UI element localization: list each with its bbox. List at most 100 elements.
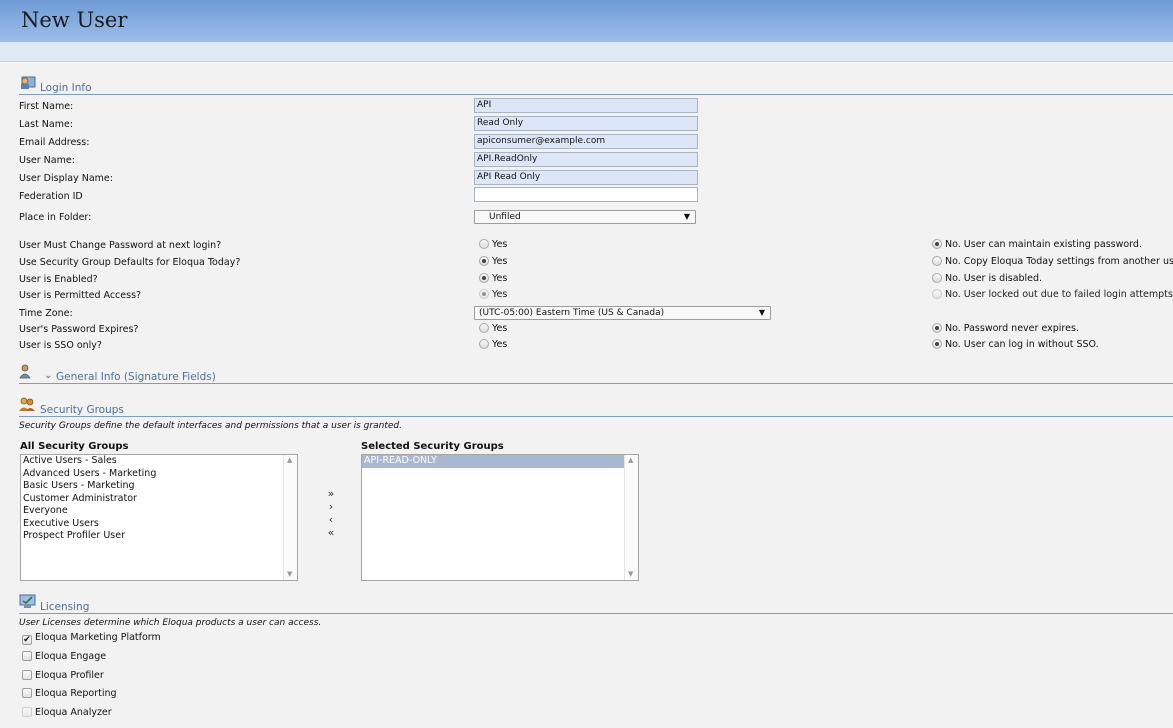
license-eloqua-reporting[interactable]: Eloqua Reporting [22,688,117,699]
checkbox-icon [22,670,32,680]
option-label-user-enabled: User is Enabled? [19,274,98,285]
scroll-down-icon[interactable]: ▼ [287,570,292,578]
eloqua-today-yes-radio[interactable]: Yes [479,256,507,267]
remove-button[interactable]: ‹ [324,513,338,526]
radio-circle [479,239,489,249]
option-label-sso-only: User is SSO only? [19,340,102,351]
radio-circle [932,323,942,333]
selected-security-groups-label: Selected Security Groups [361,441,504,452]
general-info-title: General Info (Signature Fields) [56,371,216,383]
toolbar-strip [0,42,1173,62]
folder-select-value: Unfiled [489,212,521,222]
password-expires-yes-radio[interactable]: Yes [479,323,507,334]
list-item[interactable]: Basic Users - Marketing [21,480,297,493]
sso-only-no-radio[interactable]: No. User can log in without SSO. [932,339,1099,350]
scrollbar[interactable]: ▲ ▼ [283,455,297,580]
licensing-section-header: Licensing [19,594,1173,614]
radio-circle [932,256,942,266]
checkbox-icon [22,651,32,661]
place-in-folder-label: Place in Folder: [19,212,92,223]
radio-circle [479,339,489,349]
radio-circle [932,289,942,299]
radio-circle [479,289,489,299]
list-item[interactable]: Customer Administrator [21,493,297,506]
radio-circle [932,239,942,249]
option-label-password-expires: User's Password Expires? [19,324,139,335]
option-label-change-password: User Must Change Password at next login? [19,240,222,251]
security-groups-title: Security Groups [40,404,124,416]
scroll-up-icon[interactable]: ▲ [628,456,633,464]
list-item[interactable]: Prospect Profiler User [21,530,297,543]
all-security-groups-list[interactable]: Active Users - Sales Advanced Users - Ma… [20,454,298,581]
add-all-button[interactable]: » [324,487,338,500]
license-eloqua-engage[interactable]: Eloqua Engage [22,651,106,662]
list-item[interactable]: Active Users - Sales [21,455,297,468]
list-item[interactable]: Executive Users [21,518,297,531]
login-info-title: Login Info [40,82,92,94]
change-password-no-radio[interactable]: No. User can maintain existing password. [932,239,1142,250]
user-icon [19,364,31,379]
permitted-access-no-radio[interactable]: No. User locked out due to failed login … [932,289,1173,300]
user-name-label: User Name: [19,155,75,166]
federation-id-input[interactable] [474,187,698,202]
chevron-down-icon: ⌄ [44,370,53,381]
option-label-eloqua-today: Use Security Group Defaults for Eloqua T… [19,257,241,268]
sso-only-yes-radio[interactable]: Yes [479,339,507,350]
security-groups-section-header: Security Groups [19,397,1173,417]
user-enabled-yes-radio[interactable]: Yes [479,273,507,284]
licensing-description: User Licenses determine which Eloqua pro… [19,618,322,628]
remove-all-button[interactable]: « [324,526,338,539]
user-display-name-input[interactable]: API Read Only [474,170,698,185]
licensing-title: Licensing [40,601,90,613]
list-item[interactable]: Everyone [21,505,297,518]
general-info-section-header[interactable]: ⌄ General Info (Signature Fields) [19,364,1173,384]
add-button[interactable]: › [324,500,338,513]
scrollbar[interactable]: ▲ ▼ [624,455,638,580]
page-title: New User [21,8,128,32]
federation-id-label: Federation ID [19,191,83,202]
radio-circle [932,339,942,349]
security-groups-description: Security Groups define the default inter… [19,421,402,431]
time-zone-select[interactable]: (UTC-05:00) Eastern Time (US & Canada) ▼ [474,306,771,320]
checkbox-icon [22,707,32,717]
login-info-section-header: Login Info [19,76,1173,95]
radio-circle [932,273,942,283]
chevron-down-icon: ▼ [683,212,690,221]
first-name-input[interactable]: API [474,98,698,113]
radio-circle [479,323,489,333]
radio-circle [479,273,489,283]
checkbox-icon [22,688,32,698]
eloqua-today-no-radio[interactable]: No. Copy Eloqua Today settings from anot… [932,256,1173,267]
checkbox-checked-icon: ✔ [22,635,32,645]
last-name-label: Last Name: [19,119,74,130]
user-name-input[interactable]: API.ReadOnly [474,152,698,167]
list-item[interactable]: Advanced Users - Marketing [21,468,297,481]
change-password-yes-radio[interactable]: Yes [479,239,507,250]
permitted-access-yes-radio[interactable]: Yes [479,289,507,300]
email-address-label: Email Address: [19,137,90,148]
time-zone-label: Time Zone: [19,308,73,319]
user-display-name-label: User Display Name: [19,173,113,184]
license-eloqua-analyzer[interactable]: Eloqua Analyzer [22,707,112,718]
scroll-down-icon[interactable]: ▼ [628,570,633,578]
list-item[interactable]: API-READ-ONLY [362,455,638,468]
license-eloqua-marketing-platform[interactable]: ✔ Eloqua Marketing Platform [22,632,161,645]
security-groups-icon [19,397,35,411]
last-name-input[interactable]: Read Only [474,116,698,131]
license-eloqua-profiler[interactable]: Eloqua Profiler [22,670,104,681]
title-bar: New User [0,0,1173,42]
licensing-icon [19,594,36,608]
time-zone-value: (UTC-05:00) Eastern Time (US & Canada) [479,308,665,318]
password-expires-no-radio[interactable]: No. Password never expires. [932,323,1079,334]
option-label-permitted-access: User is Permitted Access? [19,290,142,301]
all-security-groups-label: All Security Groups [20,441,129,452]
radio-circle [479,256,489,266]
chevron-down-icon: ▼ [758,308,765,317]
first-name-label: First Name: [19,101,74,112]
login-info-icon [21,76,36,89]
selected-security-groups-list[interactable]: API-READ-ONLY ▲ ▼ [361,454,639,581]
user-enabled-no-radio[interactable]: No. User is disabled. [932,273,1042,284]
folder-select[interactable]: Unfiled ▼ [474,210,696,224]
email-address-input[interactable]: apiconsumer@example.com [474,134,698,149]
scroll-up-icon[interactable]: ▲ [287,456,292,464]
